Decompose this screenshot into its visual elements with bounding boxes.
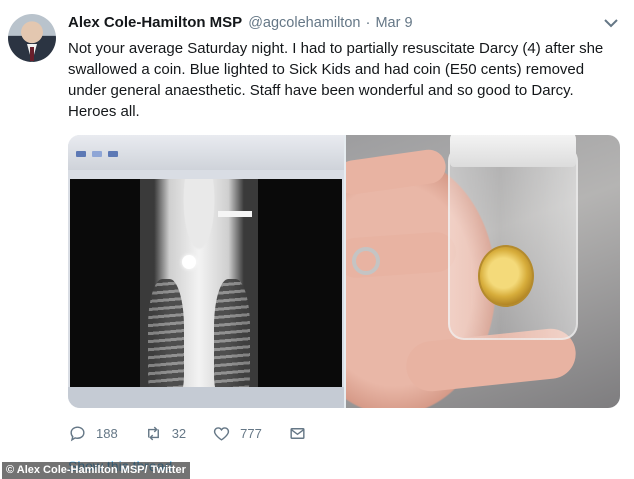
reply-button[interactable]: 188: [68, 424, 118, 443]
author-handle[interactable]: @agcolehamilton: [248, 15, 360, 31]
retweet-icon: [147, 426, 159, 440]
x-ray-lung-right: [214, 279, 250, 399]
tweet-card[interactable]: Alex Cole-Hamilton MSP @agcolehamilton ·…: [0, 0, 634, 479]
x-ray-lung-left: [148, 279, 184, 399]
tweet-actions: 188 32 777: [68, 422, 342, 444]
like-count: 777: [240, 425, 262, 441]
x-ray-coin: [182, 255, 196, 269]
retweet-count: 32: [171, 425, 187, 441]
message-button[interactable]: [288, 424, 316, 443]
tweet-header: Alex Cole-Hamilton MSP @agcolehamilton ·…: [68, 14, 413, 34]
photo-credit: © Alex Cole-Hamilton MSP/ Twitter: [2, 462, 190, 479]
reply-icon: [70, 425, 85, 441]
x-ray-marker: [218, 211, 252, 217]
coin-jar-photo[interactable]: [346, 135, 620, 408]
retweet-button[interactable]: 32: [144, 424, 186, 443]
screen-toolbar-icon: [108, 151, 118, 157]
x-ray-image[interactable]: [68, 135, 344, 408]
ring: [352, 247, 380, 275]
coin: [478, 245, 534, 307]
heart-icon: [214, 426, 230, 441]
avatar-tie: [30, 47, 34, 61]
avatar[interactable]: [8, 14, 56, 62]
like-button[interactable]: 777: [212, 424, 262, 443]
author-name[interactable]: Alex Cole-Hamilton MSP: [68, 14, 242, 31]
chevron-down-icon[interactable]: [604, 18, 618, 28]
screen-toolbar-icon: [92, 151, 102, 157]
tweet-date[interactable]: Mar 9: [375, 15, 412, 31]
tweet-text: Not your average Saturday night. I had t…: [68, 40, 604, 120]
screen-bottom: [68, 387, 344, 408]
separator-dot: ·: [365, 14, 371, 31]
reply-count: 188: [96, 425, 118, 441]
message-icon: [290, 427, 305, 439]
screen-toolbar: [68, 135, 344, 170]
jar-lid: [450, 135, 576, 167]
tweet-media[interactable]: [68, 135, 620, 408]
screen-toolbar-icon: [76, 151, 86, 157]
specimen-jar: [448, 145, 578, 340]
